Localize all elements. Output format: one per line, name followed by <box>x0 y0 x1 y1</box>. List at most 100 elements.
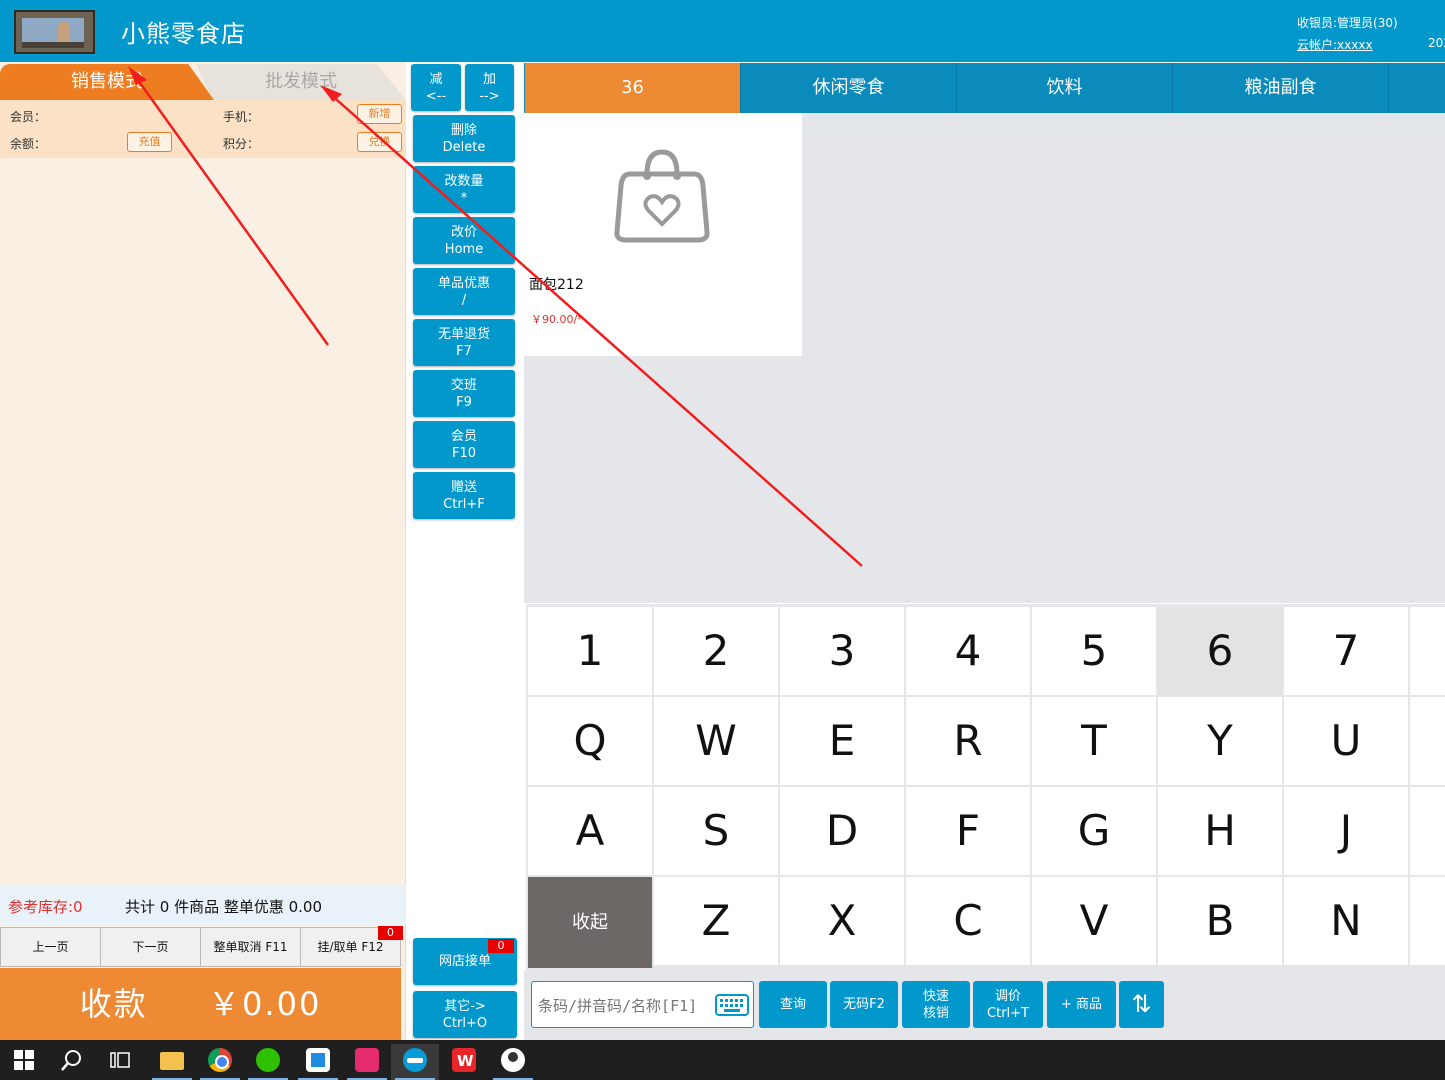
shop-name: 小熊零食店 <box>121 20 246 48</box>
function-label: 无单退货 <box>437 326 490 342</box>
cloud-account-link[interactable]: 云帐户:xxxxx <box>1297 36 1373 53</box>
windows-start-icon[interactable] <box>14 1050 34 1070</box>
key-u[interactable]: U <box>1284 697 1408 785</box>
key-q[interactable]: Q <box>528 697 652 785</box>
key-b[interactable]: B <box>1158 877 1282 965</box>
member-button[interactable]: 会员 F10 <box>413 421 515 468</box>
key-1[interactable]: 1 <box>528 607 652 695</box>
key-6[interactable]: 6 <box>1158 607 1282 695</box>
chrome-icon[interactable] <box>196 1044 244 1080</box>
key-t[interactable]: T <box>1032 697 1156 785</box>
other-functions-button[interactable]: 其它-> Ctrl+O <box>413 991 517 1038</box>
wechat-icon[interactable] <box>244 1044 292 1080</box>
user-avatar-app-icon[interactable] <box>489 1044 537 1080</box>
key-8-partial[interactable] <box>1410 607 1445 695</box>
category-tab-snacks[interactable]: 休闲零食 <box>741 63 957 113</box>
keyboard-icon[interactable] <box>715 994 749 1016</box>
gift-item-button[interactable]: 赠送 Ctrl+F <box>413 472 515 519</box>
next-page-button[interactable]: 下一页 <box>100 927 201 967</box>
key-h[interactable]: H <box>1158 787 1282 875</box>
function-label: 会员 <box>450 428 477 444</box>
quick-verify-button[interactable]: 快速 核销 <box>902 981 970 1028</box>
key-g[interactable]: G <box>1032 787 1156 875</box>
category-tab-groceries[interactable]: 粮油副食 <box>1173 63 1389 113</box>
function-shortcut: / <box>461 292 467 308</box>
add-product-label: + 商品 <box>1060 997 1103 1012</box>
tab-sales-mode[interactable]: 销售模式 <box>0 64 214 100</box>
key-c[interactable]: C <box>906 877 1030 965</box>
adjust-price-button[interactable]: 调价 Ctrl+T <box>973 981 1043 1028</box>
decrease-quantity-button[interactable]: 减 <-- <box>411 64 461 111</box>
product-name: 面包212 <box>529 277 584 293</box>
key-x[interactable]: X <box>780 877 904 965</box>
search-icon[interactable] <box>60 1048 84 1072</box>
category-tab-36[interactable]: 36 <box>525 63 741 113</box>
function-shortcut: F7 <box>456 343 472 359</box>
other-shortcut: Ctrl+O <box>442 1015 488 1031</box>
function-shortcut: Ctrl+F <box>443 496 485 512</box>
key-k-partial[interactable] <box>1410 787 1445 875</box>
pos-app-icon[interactable] <box>391 1044 439 1080</box>
task-view-icon[interactable] <box>110 1050 130 1070</box>
key-a[interactable]: A <box>528 787 652 875</box>
add-member-button[interactable]: 新增 <box>357 104 402 124</box>
key-d[interactable]: D <box>780 787 904 875</box>
key-i-partial[interactable] <box>1410 697 1445 785</box>
item-discount-button[interactable]: 单品优惠 / <box>413 268 515 315</box>
app-icon-blue[interactable] <box>294 1044 342 1080</box>
change-quantity-button[interactable]: 改数量 * <box>413 166 515 213</box>
online-orders-count-badge: 0 <box>488 939 514 953</box>
date-display: 202 <box>1428 36 1445 50</box>
add-product-button[interactable]: + 商品 <box>1047 981 1116 1028</box>
member-info-area <box>0 100 406 158</box>
barcode-search-input[interactable] <box>536 982 712 1029</box>
recharge-button[interactable]: 充值 <box>127 132 172 152</box>
cancel-order-button[interactable]: 整单取消 F11 <box>200 927 301 967</box>
change-price-button[interactable]: 改价 Home <box>413 217 515 264</box>
sort-toggle-button[interactable]: ⇅ <box>1119 981 1164 1028</box>
file-explorer-icon[interactable] <box>148 1044 196 1080</box>
key-3[interactable]: 3 <box>780 607 904 695</box>
function-label: 改价 <box>450 224 477 240</box>
key-4[interactable]: 4 <box>906 607 1030 695</box>
wps-office-icon[interactable]: W <box>440 1044 488 1080</box>
member-label: 会员： <box>10 110 47 124</box>
prev-page-button[interactable]: 上一页 <box>0 927 101 967</box>
key-m-partial[interactable] <box>1410 877 1445 965</box>
reference-stock: 参考库存:0 <box>8 898 83 916</box>
key-z[interactable]: Z <box>654 877 778 965</box>
increase-label: 加 <box>482 71 496 87</box>
key-n[interactable]: N <box>1284 877 1408 965</box>
shift-handover-button[interactable]: 交班 F9 <box>413 370 515 417</box>
increase-shortcut: --> <box>479 88 500 104</box>
collapse-keyboard-button[interactable]: 收起 <box>528 877 652 968</box>
function-label: 改数量 <box>444 173 484 189</box>
function-shortcut: F10 <box>451 445 477 461</box>
app-icon-red[interactable] <box>343 1044 391 1080</box>
key-y[interactable]: Y <box>1158 697 1282 785</box>
key-e[interactable]: E <box>780 697 904 785</box>
search-box <box>531 981 754 1029</box>
balance-label: 余额： <box>10 137 47 151</box>
category-tab-drinks[interactable]: 饮料 <box>957 63 1173 113</box>
key-r[interactable]: R <box>906 697 1030 785</box>
adjust-price-label: 调价 <box>994 988 1021 1004</box>
return-without-receipt-button[interactable]: 无单退货 F7 <box>413 319 515 366</box>
tab-wholesale-mode[interactable]: 批发模式 <box>196 64 406 100</box>
delete-item-button[interactable]: 删除 Delete <box>413 115 515 162</box>
query-button[interactable]: 查询 <box>759 981 827 1028</box>
key-j[interactable]: J <box>1284 787 1408 875</box>
order-item-list[interactable] <box>0 158 406 885</box>
increase-quantity-button[interactable]: 加 --> <box>465 64 514 111</box>
key-7[interactable]: 7 <box>1284 607 1408 695</box>
checkout-button[interactable]: 收款 ￥0.00 <box>0 968 401 1040</box>
key-s[interactable]: S <box>654 787 778 875</box>
no-barcode-button[interactable]: 无码F2 <box>830 981 898 1028</box>
redeem-points-button[interactable]: 兑换 <box>357 132 402 152</box>
key-f[interactable]: F <box>906 787 1030 875</box>
key-5[interactable]: 5 <box>1032 607 1156 695</box>
key-2[interactable]: 2 <box>654 607 778 695</box>
function-label: 交班 <box>450 377 477 393</box>
key-w[interactable]: W <box>654 697 778 785</box>
key-v[interactable]: V <box>1032 877 1156 965</box>
